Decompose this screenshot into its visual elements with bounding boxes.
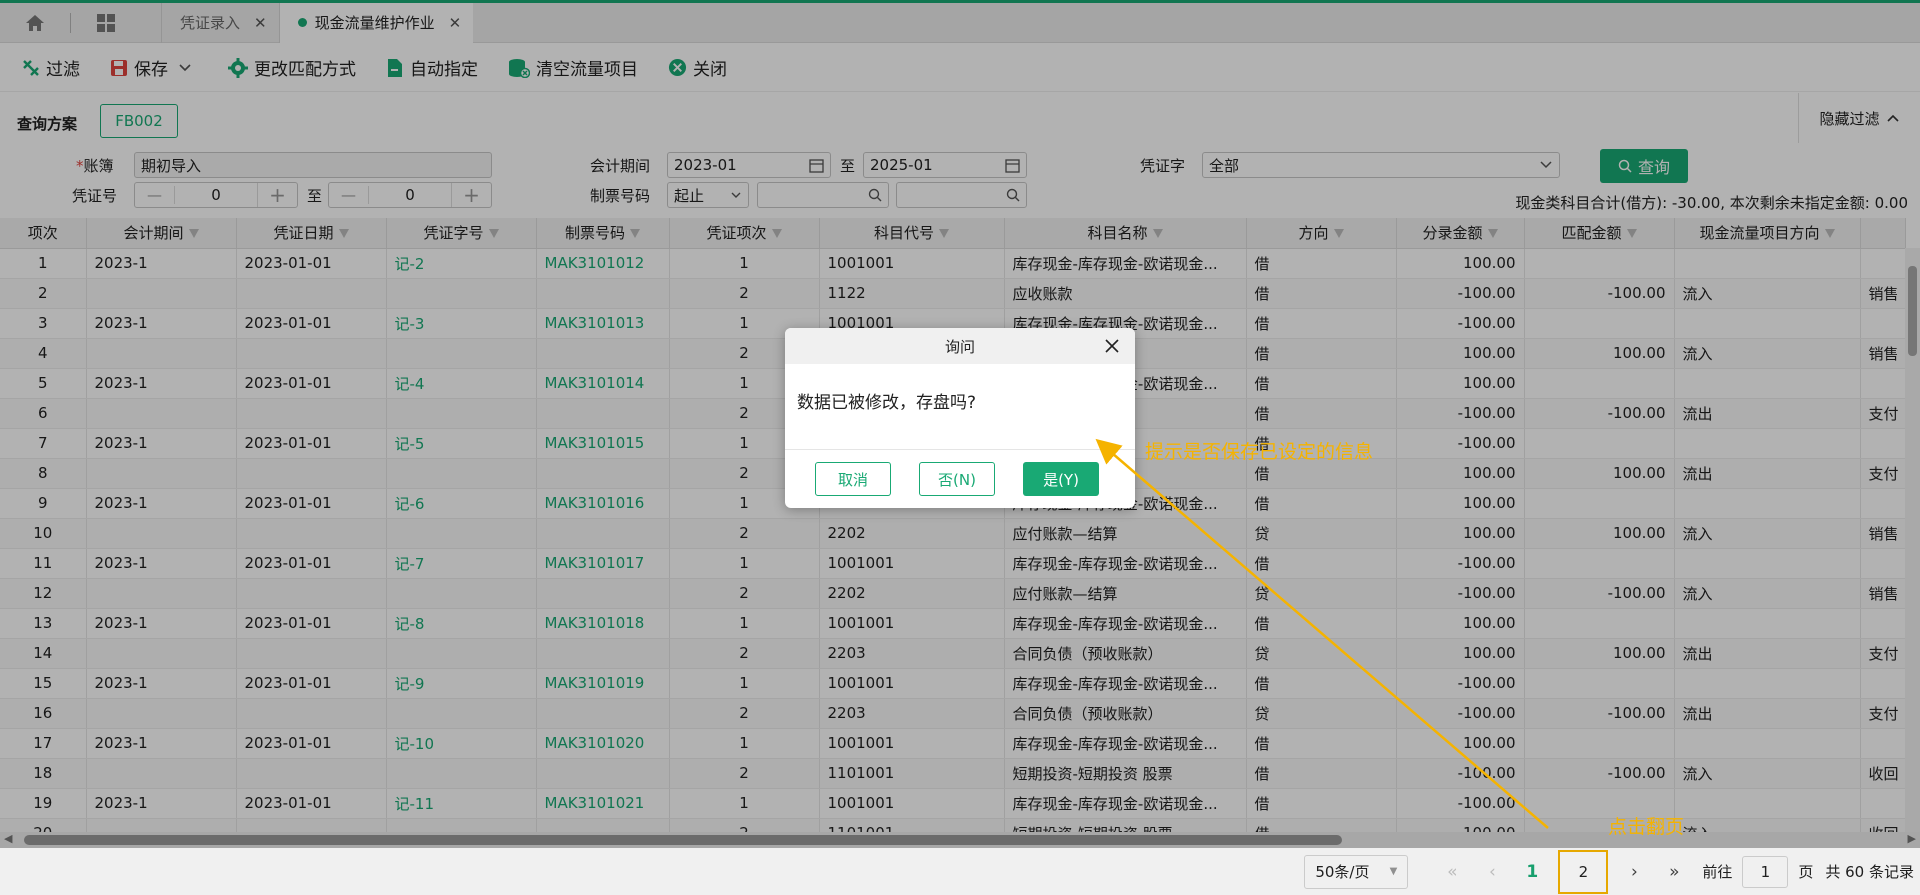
save-hint-annotation: 提示是否保存已设定的信息 xyxy=(1145,441,1374,463)
page-hint-annotation: 点击翻页 xyxy=(1608,816,1685,838)
annotation-arrow-line xyxy=(1095,438,1549,829)
annotation-arrows xyxy=(1095,438,1549,829)
